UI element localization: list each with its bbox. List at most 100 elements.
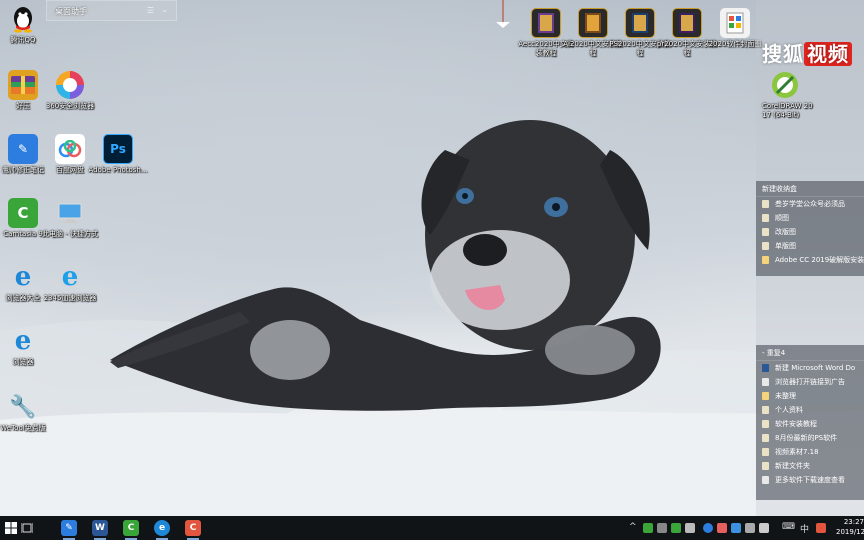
item-label: Adobe CC 2019破解版安装 bbox=[775, 256, 864, 264]
tray-app-icon[interactable] bbox=[717, 523, 727, 533]
list-item[interactable]: 未整理 bbox=[756, 389, 864, 403]
taskbar-app-ie[interactable]: e bbox=[154, 520, 170, 540]
desktop-wallpaper bbox=[0, 0, 864, 516]
icon-label: 此电脑 - 快捷方式 bbox=[42, 230, 98, 238]
taskbar: ✎ W C e C ^ ⌨ 中 23:27 2019/12 bbox=[0, 516, 864, 540]
folder-icon bbox=[762, 214, 769, 222]
volume-icon[interactable] bbox=[759, 523, 769, 533]
icon-label: 浏览器 bbox=[12, 358, 34, 366]
chevron-icon[interactable]: ⌄ bbox=[161, 5, 168, 14]
list-item[interactable]: 新建 Microsoft Word Do bbox=[756, 361, 864, 375]
fence-title: 新建收纳盒 bbox=[756, 181, 864, 197]
list-item[interactable]: 软件安装教程 bbox=[756, 417, 864, 431]
folder-icon bbox=[762, 242, 769, 250]
list-item[interactable]: 新建文件夹 bbox=[756, 459, 864, 473]
desktop-icon-qq[interactable]: 腾讯QQ bbox=[0, 4, 54, 45]
keyboard-icon[interactable]: ⌨ bbox=[782, 522, 795, 532]
archive-icon bbox=[8, 70, 38, 100]
qq-icon bbox=[8, 4, 38, 34]
pen-icon: ✎ bbox=[8, 134, 38, 164]
coreldraw-icon bbox=[770, 70, 800, 100]
fence-title: 桌面助手 bbox=[55, 7, 87, 16]
list-item[interactable]: 8月份最新的PS软件 bbox=[756, 431, 864, 445]
desktop-assistant-fence[interactable]: 桌面助手 ☰ ⌄ bbox=[46, 0, 177, 21]
item-label: 视频素材7.18 bbox=[775, 448, 819, 456]
list-item[interactable]: 顺图 bbox=[756, 211, 864, 225]
browser-icon bbox=[55, 70, 85, 100]
folder-icon bbox=[762, 200, 769, 208]
taskbar-app-camtasia[interactable]: C bbox=[123, 520, 139, 540]
list-item[interactable]: 个人资料 bbox=[756, 403, 864, 417]
taskbar-clock[interactable]: 23:27 2019/12 bbox=[836, 517, 864, 537]
item-label: 未整理 bbox=[775, 392, 796, 400]
item-label: 顺图 bbox=[775, 214, 789, 222]
folder-icon bbox=[762, 462, 769, 470]
icon-label: 2345加速浏览器 bbox=[43, 294, 97, 302]
desktop-icon-coreldraw[interactable]: CorelDRAW 2017 (64-Bit) bbox=[754, 70, 816, 120]
ie-icon: e bbox=[14, 326, 32, 356]
item-label: 单版图 bbox=[775, 242, 796, 250]
text-file-icon bbox=[762, 476, 769, 484]
tray-app-icon[interactable] bbox=[685, 523, 695, 533]
icon-label: WeTool免费版 bbox=[0, 424, 46, 432]
icon-label: 腾讯QQ bbox=[10, 36, 36, 44]
folder-icon bbox=[762, 406, 769, 414]
folder-icon bbox=[762, 434, 769, 442]
item-label: 8月份最新的PS软件 bbox=[775, 434, 838, 442]
image-file-icon bbox=[762, 392, 769, 400]
fence-title: - 重复4 bbox=[756, 345, 864, 361]
folder-icon bbox=[531, 8, 561, 38]
fence-new-box[interactable]: 新建收纳盒 叁岁学堂公众号必须品 顺图 改版图 单版图 Adobe CC 201… bbox=[756, 181, 864, 276]
network-icon[interactable] bbox=[745, 523, 755, 533]
list-item[interactable]: 改版图 bbox=[756, 225, 864, 239]
list-item[interactable]: 更多软件下载速度查看 bbox=[756, 473, 864, 487]
clock-date: 2019/12 bbox=[836, 528, 864, 536]
desktop-icon-this-pc[interactable]: 此电脑 - 快捷方式 bbox=[39, 198, 101, 239]
item-label: 个人资料 bbox=[775, 406, 803, 414]
list-item[interactable]: 叁岁学堂公众号必须品 bbox=[756, 197, 864, 211]
desktop-icon-2345-browser[interactable]: e 2345加速浏览器 bbox=[39, 262, 101, 303]
tray-app-icon[interactable] bbox=[816, 523, 826, 533]
bluetooth-icon[interactable] bbox=[703, 523, 713, 533]
fence-duplicate-4[interactable]: - 重复4 新建 Microsoft Word Do 浏览器打开链接到广告 未整… bbox=[756, 345, 864, 500]
taskbar-app-red[interactable]: C bbox=[185, 520, 201, 540]
taskbar-app-pen[interactable]: ✎ bbox=[61, 520, 77, 540]
ime-indicator[interactable]: 中 bbox=[800, 522, 809, 535]
watermark-text-highlight: 视频 bbox=[804, 42, 852, 66]
computer-icon bbox=[55, 198, 85, 228]
cloud-icon bbox=[55, 134, 85, 164]
tray-app-icon[interactable] bbox=[671, 523, 681, 533]
word-doc-icon bbox=[762, 364, 769, 372]
camtasia-icon: C bbox=[8, 198, 38, 228]
list-item[interactable]: 浏览器打开链接到广告 bbox=[756, 375, 864, 389]
list-icon[interactable]: ☰ bbox=[147, 6, 154, 15]
clock-time: 23:27 bbox=[843, 518, 864, 526]
folder-icon bbox=[762, 448, 769, 456]
folder-icon bbox=[762, 228, 769, 236]
list-item[interactable]: 视频素材7.18 bbox=[756, 445, 864, 459]
ps-icon: Ps bbox=[103, 134, 133, 164]
text-file-icon bbox=[762, 378, 769, 386]
list-item[interactable]: Adobe CC 2019破解版安装 bbox=[756, 253, 864, 267]
wrench-icon: 🔧 bbox=[9, 394, 37, 420]
icon-label: CorelDRAW 2017 (64-Bit) bbox=[762, 102, 813, 119]
folder-icon bbox=[578, 8, 608, 38]
folder-icon bbox=[625, 8, 655, 38]
sohu-video-watermark: 搜狐 视频 bbox=[762, 38, 852, 67]
item-label: 浏览器打开链接到广告 bbox=[775, 378, 845, 386]
pin-icon bbox=[496, 0, 510, 28]
tray-app-icon[interactable] bbox=[643, 523, 653, 533]
tray-app-icon[interactable] bbox=[731, 523, 741, 533]
list-item[interactable]: 单版图 bbox=[756, 239, 864, 253]
ie-icon: e bbox=[61, 262, 79, 292]
desktop-icon-photoshop[interactable]: Ps Adobe Photosh... bbox=[87, 134, 149, 175]
tray-app-icon[interactable] bbox=[657, 523, 667, 533]
taskbar-app-word[interactable]: W bbox=[92, 520, 108, 540]
desktop-icon-wetool[interactable]: 🔧 WeTool免费版 bbox=[0, 392, 54, 433]
desktop-icon-360-browser[interactable]: 360安全浏览器 bbox=[39, 70, 101, 111]
folder-icon bbox=[672, 8, 702, 38]
item-label: 叁岁学堂公众号必须品 bbox=[775, 200, 845, 208]
tray-expand-icon[interactable]: ^ bbox=[629, 522, 637, 532]
task-view-icon[interactable] bbox=[18, 519, 36, 537]
desktop-icon-browser[interactable]: e 浏览器 bbox=[0, 326, 54, 367]
